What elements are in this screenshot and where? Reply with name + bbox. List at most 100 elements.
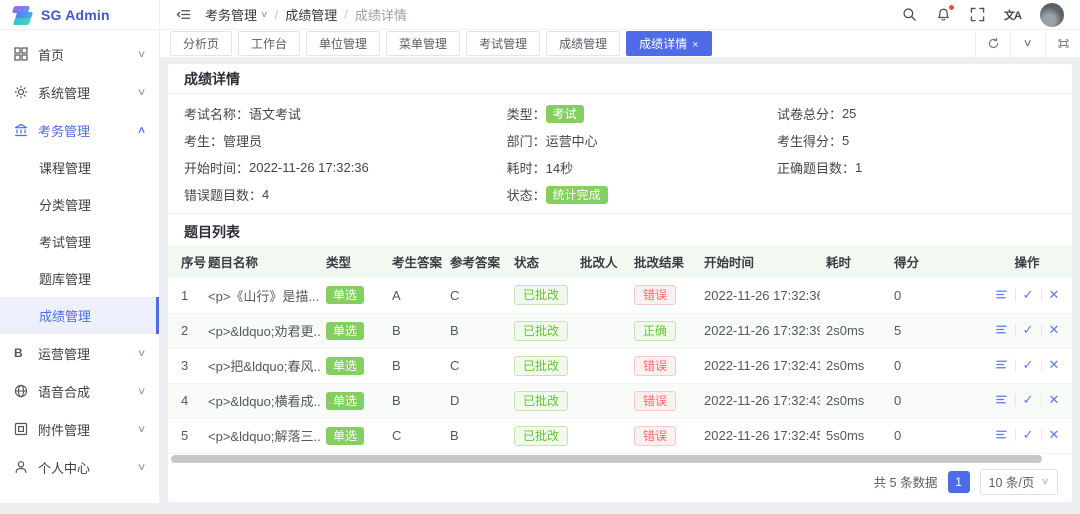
maximize-view-icon[interactable]	[1045, 30, 1080, 57]
breadcrumb-label: 成绩管理	[285, 5, 337, 24]
cell: 0	[888, 278, 982, 313]
table-body: 1<p>《山行》是描...单选AC已批改错误2022-11-26 17:32:3…	[168, 278, 1072, 453]
cell: 已批改	[508, 418, 574, 453]
notifications-bell-icon[interactable]	[936, 7, 951, 22]
approve-icon[interactable]: ✓	[1016, 357, 1041, 373]
refresh-icon[interactable]	[975, 30, 1010, 57]
field-label: 正确题目数：	[777, 158, 855, 177]
cell: 已批改	[508, 383, 574, 418]
delete-icon[interactable]: ✕	[1042, 322, 1067, 338]
table-row: 4<p>&ldquo;横看成...单选BD已批改错误2022-11-26 17:…	[168, 383, 1072, 418]
field-label: 试卷总分：	[777, 104, 842, 123]
tab-菜单管理[interactable]: 菜单管理	[386, 31, 460, 56]
column-header: 耗时	[820, 245, 888, 278]
breadcrumb-item[interactable]: 成绩管理	[285, 5, 337, 24]
cell: 单选	[320, 313, 386, 348]
field-value: 1	[855, 160, 862, 175]
column-header: 参考答案	[444, 245, 508, 278]
sidebar-item-system[interactable]: 系统管理∨	[0, 73, 159, 111]
close-icon[interactable]: ×	[692, 39, 698, 51]
sidebar-item-tts[interactable]: 语音合成∨	[0, 372, 159, 410]
page-size-select[interactable]: 10 条/页 ∨	[980, 469, 1058, 495]
tab-label: 成绩管理	[559, 37, 607, 51]
detail-icon[interactable]	[988, 393, 1015, 406]
detail-icon[interactable]	[988, 428, 1015, 441]
brand[interactable]: SG Admin	[0, 0, 159, 30]
delete-icon[interactable]: ✕	[1042, 287, 1067, 303]
cell: 2022-11-26 17:32:41	[698, 348, 820, 383]
sidebar-item-question-bank[interactable]: 题库管理	[0, 260, 159, 297]
field-label: 错误题目数：	[184, 185, 262, 204]
result-tag: 错误	[634, 391, 676, 411]
tab-成绩管理[interactable]: 成绩管理	[546, 31, 620, 56]
column-header: 类型	[320, 245, 386, 278]
user-avatar[interactable]	[1040, 3, 1064, 27]
result-tag: 错误	[634, 426, 676, 446]
cell: 单选	[320, 418, 386, 453]
sidebar-item-exam-affairs[interactable]: 考务管理∧	[0, 111, 159, 149]
cell: 已批改	[508, 278, 574, 313]
cell: B	[386, 313, 444, 348]
sidebar-collapse-icon[interactable]	[176, 7, 191, 22]
main-area: 考务管理∨/成绩管理/成绩详情 文A 分析页工作台单位管理菜单管理考试管理成绩管…	[160, 0, 1080, 503]
sidebar-item-profile[interactable]: 个人中心∨	[0, 448, 159, 486]
voice-icon	[14, 384, 29, 399]
sidebar-menu: 首页∨系统管理∨考务管理∧课程管理分类管理考试管理题库管理成绩管理B运营管理∨语…	[0, 30, 159, 486]
detail-icon[interactable]	[988, 358, 1015, 371]
sidebar-item-operation[interactable]: B运营管理∨	[0, 334, 159, 372]
tab-controls: ∨	[975, 30, 1080, 57]
breadcrumb-item: 成绩详情	[355, 5, 407, 24]
column-header: 开始时间	[698, 245, 820, 278]
topbar-actions: 文A	[902, 3, 1064, 27]
cell: 5s0ms	[820, 418, 888, 453]
result-tag: 正确	[634, 321, 676, 341]
chevron-up-icon: ∧	[137, 125, 147, 136]
field-value: 管理员	[223, 131, 262, 150]
chevron-down-icon: ∨	[137, 386, 147, 397]
status-tag: 已批改	[514, 426, 568, 446]
page-number-button[interactable]: 1	[948, 471, 970, 493]
column-header: 操作	[982, 245, 1072, 278]
tab-考试管理[interactable]: 考试管理	[466, 31, 540, 56]
table-row: 3<p>把&ldquo;春风...单选BC已批改错误2022-11-26 17:…	[168, 348, 1072, 383]
field-value: 运营中心	[546, 131, 598, 150]
column-header: 考生答案	[386, 245, 444, 278]
sidebar-item-exam[interactable]: 考试管理	[0, 223, 159, 260]
tab-单位管理[interactable]: 单位管理	[306, 31, 380, 56]
sidebar-item-label: 分类管理	[39, 195, 91, 214]
delete-icon[interactable]: ✕	[1042, 427, 1067, 443]
detail-icon[interactable]	[988, 323, 1015, 336]
question-type-tag: 单选	[326, 357, 364, 375]
breadcrumb-item[interactable]: 考务管理∨	[205, 5, 268, 24]
sidebar-item-label: 首页	[38, 45, 64, 64]
cell: 4	[168, 383, 202, 418]
scrollbar-thumb[interactable]	[171, 455, 1042, 463]
tab-分析页[interactable]: 分析页	[170, 31, 232, 56]
sidebar-item-course[interactable]: 课程管理	[0, 149, 159, 186]
result-tag: 错误	[634, 356, 676, 376]
cell: B	[444, 313, 508, 348]
cell: 5	[888, 313, 982, 348]
sidebar-item-attachment[interactable]: 附件管理∨	[0, 410, 159, 448]
sidebar-item-category[interactable]: 分类管理	[0, 186, 159, 223]
brand-name: SG Admin	[41, 7, 110, 23]
column-header: 得分	[888, 245, 982, 278]
approve-icon[interactable]: ✓	[1016, 392, 1041, 408]
tab-工作台[interactable]: 工作台	[238, 31, 300, 56]
detail-icon[interactable]	[988, 288, 1015, 301]
horizontal-scrollbar	[171, 455, 1069, 465]
chevron-down-icon[interactable]: ∨	[1010, 30, 1045, 57]
sidebar-item-home[interactable]: 首页∨	[0, 35, 159, 73]
approve-icon[interactable]: ✓	[1016, 287, 1041, 303]
sidebar-item-score[interactable]: 成绩管理	[0, 297, 159, 334]
approve-icon[interactable]: ✓	[1016, 322, 1041, 338]
delete-icon[interactable]: ✕	[1042, 392, 1067, 408]
delete-icon[interactable]: ✕	[1042, 357, 1067, 373]
search-icon[interactable]	[902, 7, 917, 22]
fullscreen-icon[interactable]	[970, 7, 985, 22]
question-list-title: 题目列表	[168, 213, 1072, 245]
tabbar: 分析页工作台单位管理菜单管理考试管理 成绩管理 成绩详情× ∨	[160, 30, 1080, 58]
translate-icon[interactable]: 文A	[1004, 7, 1021, 23]
tab-成绩详情[interactable]: 成绩详情×	[626, 31, 711, 56]
approve-icon[interactable]: ✓	[1016, 427, 1041, 443]
